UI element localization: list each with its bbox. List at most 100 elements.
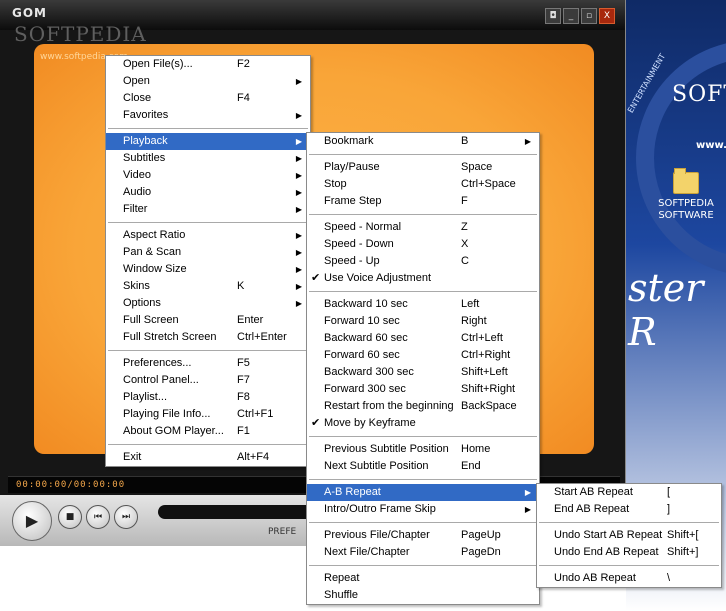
menu-item-label: Frame Step — [324, 195, 382, 207]
menu-item-next-subtitle-position[interactable]: Next Subtitle Position End — [307, 458, 539, 475]
menu-item-label: Filter — [123, 203, 148, 215]
menu-item-filter[interactable]: Filter ▶ — [106, 201, 310, 218]
menu-item-playlist[interactable]: Playlist... F8 — [106, 389, 310, 406]
menu-item-shortcut: Enter — [237, 314, 264, 326]
menu-item-backward-60-sec[interactable]: Backward 60 sec Ctrl+Left — [307, 330, 539, 347]
menu-item-label: Next Subtitle Position — [324, 460, 429, 472]
menu-item-label: Window Size — [123, 263, 187, 275]
menu-item-shortcut: PageUp — [461, 529, 501, 541]
menu-item-undo-end-ab-repeat[interactable]: Undo End AB Repeat Shift+] — [537, 544, 721, 561]
menu-item-play-pause[interactable]: Play/Pause Space — [307, 159, 539, 176]
submenu-arrow-icon: ▶ — [295, 248, 302, 257]
minimize-button[interactable]: _ — [563, 8, 579, 24]
menu-item-previous-subtitle-position[interactable]: Previous Subtitle Position Home — [307, 441, 539, 458]
menu-item-skins[interactable]: Skins K ▶ — [106, 278, 310, 295]
menu-item-undo-start-ab-repeat[interactable]: Undo Start AB Repeat Shift+[ — [537, 527, 721, 544]
menu-item-shortcut: Right — [461, 315, 487, 327]
menu-item-audio[interactable]: Audio ▶ — [106, 184, 310, 201]
menu-item-label: Full Screen — [123, 314, 179, 326]
next-button[interactable]: ⏭ — [114, 505, 138, 529]
previous-button[interactable]: ⏮ — [86, 505, 110, 529]
menu-item-shortcut: Ctrl+Space — [461, 178, 516, 190]
menu-item-intro-outro-frame-skip[interactable]: Intro/Outro Frame Skip ▶ — [307, 501, 539, 518]
menu-item-restart-from-the-beginning[interactable]: Restart from the beginning BackSpace — [307, 398, 539, 415]
menu-item-shortcut: F1 — [237, 425, 250, 437]
menu-item-shortcut: C — [461, 255, 469, 267]
menu-item-open-file-s[interactable]: Open File(s)... F2 — [106, 56, 310, 73]
menu-item-shortcut: F8 — [237, 391, 250, 403]
menu-item-label: Aspect Ratio — [123, 229, 186, 241]
menu-item-stop[interactable]: Stop Ctrl+Space — [307, 176, 539, 193]
stop-button[interactable]: ■ — [58, 505, 82, 529]
menu-item-preferences[interactable]: Preferences... F5 — [106, 355, 310, 372]
menu-separator — [539, 522, 719, 523]
menu-item-forward-60-sec[interactable]: Forward 60 sec Ctrl+Right — [307, 347, 539, 364]
submenu-arrow-icon: ▶ — [295, 299, 302, 308]
desktop-shortcut-softpedia[interactable]: SOFTPEDIA SOFTWARE — [656, 168, 716, 222]
menu-item-pan-scan[interactable]: Pan & Scan ▶ — [106, 244, 310, 261]
preferences-shortcut[interactable]: PREFE — [268, 527, 296, 537]
menu-item-use-voice-adjustment[interactable]: ✔ Use Voice Adjustment — [307, 270, 539, 287]
menu-item-window-size[interactable]: Window Size ▶ — [106, 261, 310, 278]
menu-item-shortcut: F7 — [237, 374, 250, 386]
menu-item-shortcut: ] — [667, 503, 671, 515]
menu-item-about-gom-player[interactable]: About GOM Player... F1 — [106, 423, 310, 440]
menu-item-label: Open — [123, 75, 150, 87]
menu-separator — [108, 444, 308, 445]
submenu-arrow-icon: ▶ — [295, 154, 302, 163]
menu-item-exit[interactable]: Exit Alt+F4 — [106, 449, 310, 466]
menu-item-backward-10-sec[interactable]: Backward 10 sec Left — [307, 296, 539, 313]
menu-item-end-ab-repeat[interactable]: End AB Repeat] — [537, 501, 721, 518]
menu-separator — [309, 436, 537, 437]
menu-item-options[interactable]: Options ▶ — [106, 295, 310, 312]
menu-item-label: Stop — [324, 178, 347, 190]
menu-item-shortcut: Ctrl+Left — [461, 332, 503, 344]
menu-item-label: Video — [123, 169, 151, 181]
submenu-arrow-icon: ▶ — [295, 171, 302, 180]
menu-item-playing-file-info[interactable]: Playing File Info... Ctrl+F1 — [106, 406, 310, 423]
menu-item-undo-ab-repeat[interactable]: Undo AB Repeat \ — [537, 570, 721, 587]
menu-item-label: Options — [123, 297, 161, 309]
menu-separator — [108, 222, 308, 223]
menu-item-full-screen[interactable]: Full Screen Enter — [106, 312, 310, 329]
menu-item-repeat[interactable]: Repeat — [307, 570, 539, 587]
menu-item-subtitles[interactable]: Subtitles ▶ — [106, 150, 310, 167]
menu-item-shuffle[interactable]: Shuffle — [307, 587, 539, 604]
menu-item-frame-step[interactable]: Frame Step F — [307, 193, 539, 210]
menu-item-label: Full Stretch Screen — [123, 331, 217, 343]
menu-item-playback[interactable]: Playback ▶ — [106, 133, 310, 150]
menu-item-forward-300-sec[interactable]: Forward 300 sec Shift+Right — [307, 381, 539, 398]
maximize-button[interactable]: ▫ — [581, 8, 597, 24]
menu-item-backward-300-sec[interactable]: Backward 300 sec Shift+Left — [307, 364, 539, 381]
menu-item-start-ab-repeat[interactable]: Start AB Repeat [ — [537, 484, 721, 501]
menu-item-speed-up[interactable]: Speed - Up C — [307, 253, 539, 270]
submenu-arrow-icon: ▶ — [295, 111, 302, 120]
menu-item-open[interactable]: Open ▶ — [106, 73, 310, 90]
menu-item-favorites[interactable]: Favorites ▶ — [106, 107, 310, 124]
menu-item-label: Move by Keyframe — [324, 417, 416, 429]
mini-mode-button[interactable]: ◘ — [545, 8, 561, 24]
menu-item-close[interactable]: Close F4 — [106, 90, 310, 107]
menu-item-label: Playback — [123, 135, 168, 147]
watermark-text: SOFTPEDIA — [14, 22, 147, 46]
menu-item-speed-normal[interactable]: Speed - Normal Z — [307, 219, 539, 236]
menu-item-control-panel[interactable]: Control Panel... F7 — [106, 372, 310, 389]
menu-item-full-stretch-screen[interactable]: Full Stretch Screen Ctrl+Enter — [106, 329, 310, 346]
menu-item-shortcut: Space — [461, 161, 493, 173]
menu-item-shortcut: Alt+F4 — [237, 451, 270, 463]
menu-item-move-by-keyframe[interactable]: ✔ Move by Keyframe — [307, 415, 539, 432]
menu-item-previous-file-chapter[interactable]: Previous File/Chapter PageUp — [307, 527, 539, 544]
menu-item-forward-10-sec[interactable]: Forward 10 sec Right — [307, 313, 539, 330]
menu-item-speed-down[interactable]: Speed - Down X — [307, 236, 539, 253]
close-button[interactable]: X — [599, 8, 615, 24]
menu-item-bookmark[interactable]: Bookmark B ▶ — [307, 133, 539, 150]
menu-item-aspect-ratio[interactable]: Aspect Ratio ▶ — [106, 227, 310, 244]
menu-item-video[interactable]: Video ▶ — [106, 167, 310, 184]
menu-item-label: Audio — [123, 186, 152, 198]
menu-item-label: Restart from the beginning — [324, 400, 454, 412]
play-button[interactable]: ▶ — [12, 501, 52, 541]
window-controls: ◘ _ ▫ X — [545, 8, 615, 24]
menu-separator — [309, 522, 537, 523]
menu-item-next-file-chapter[interactable]: Next File/Chapter PageDn — [307, 544, 539, 561]
menu-item-a-b-repeat[interactable]: A-B Repeat ▶ — [307, 484, 539, 501]
